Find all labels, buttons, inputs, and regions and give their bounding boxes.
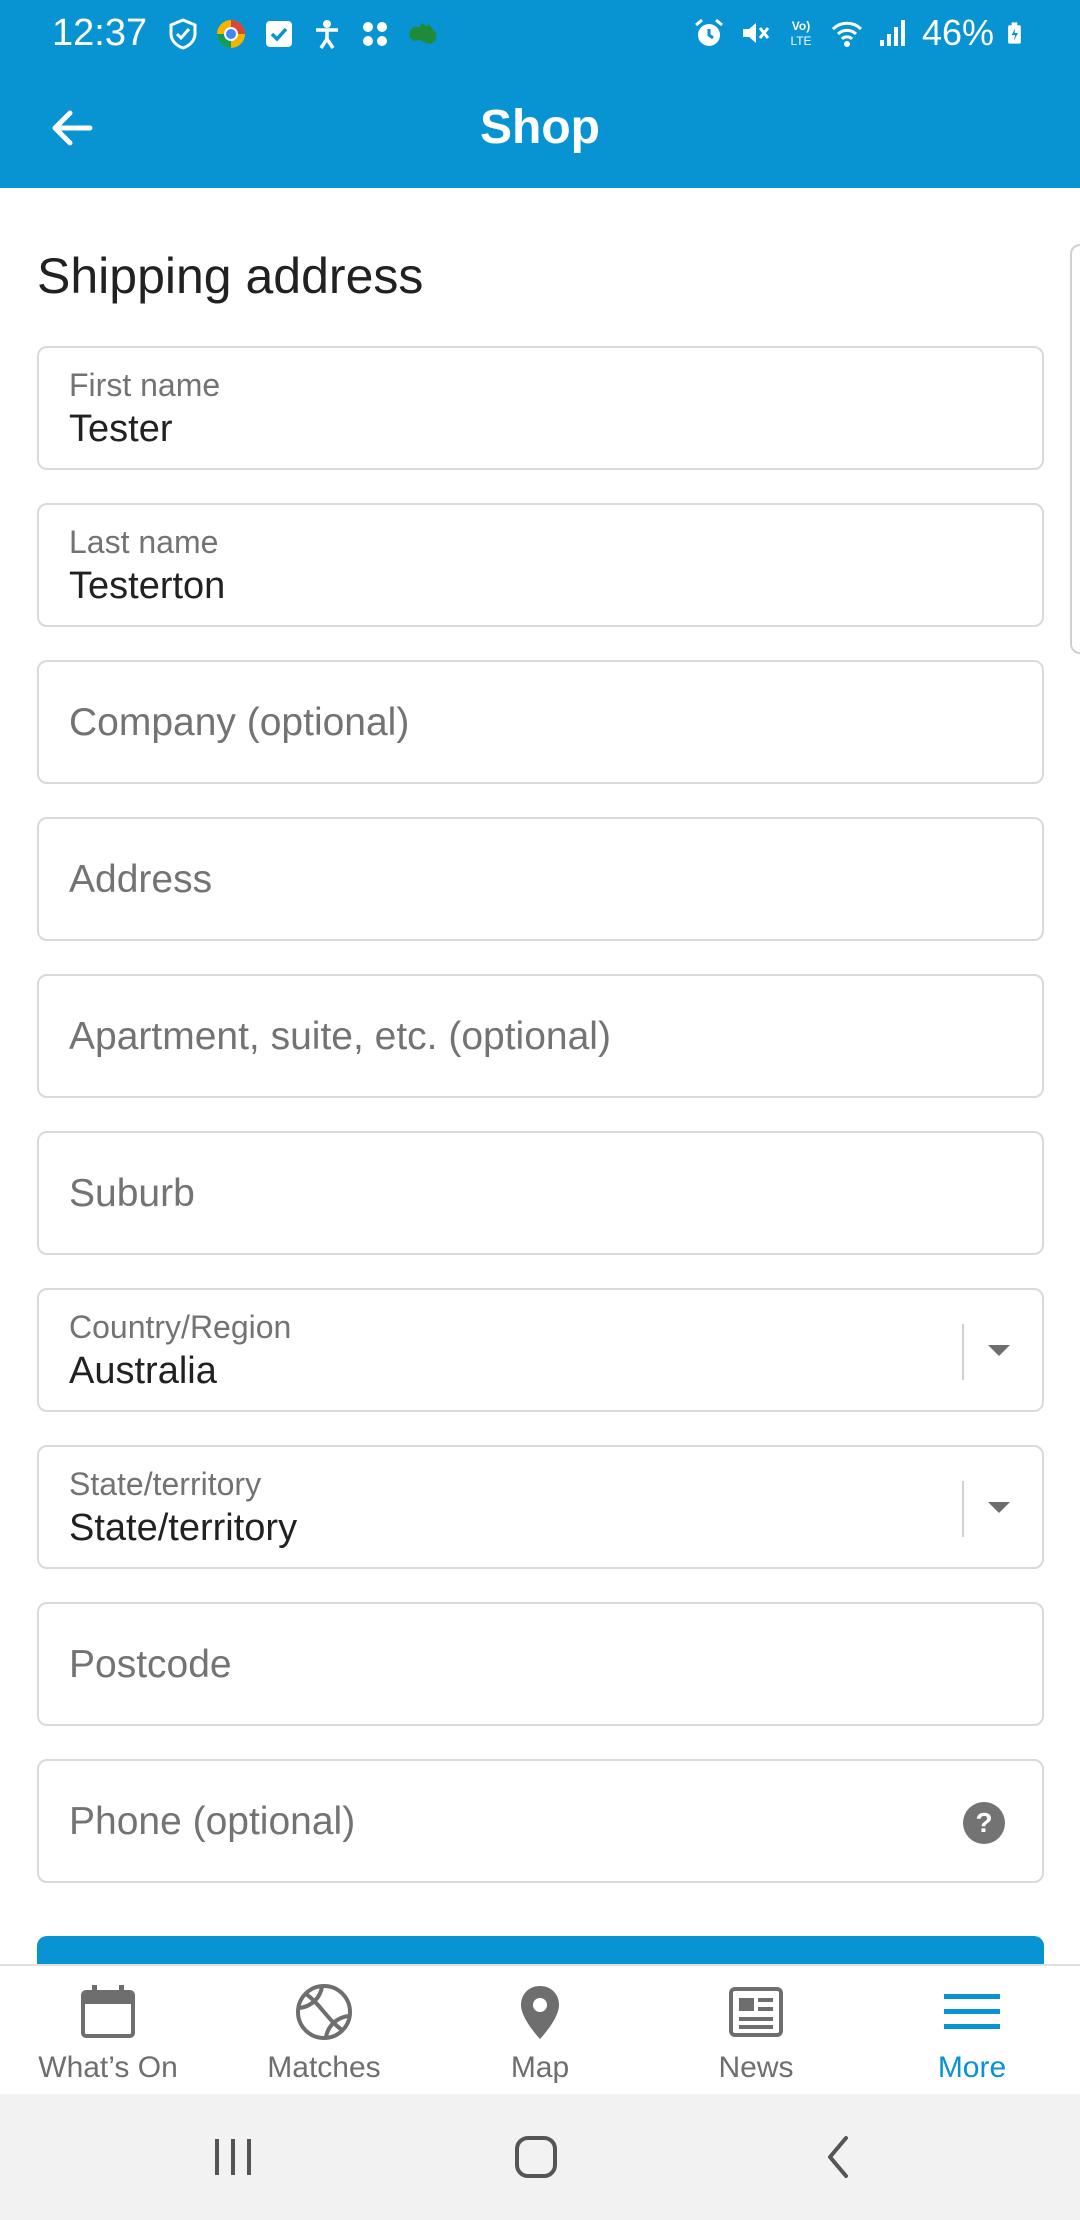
state-select[interactable]: State/territory State/territory <box>37 1445 1044 1569</box>
status-bar: 12:37 Vo) LTE 46% <box>0 0 1080 66</box>
state-value: State/territory <box>69 1507 298 1549</box>
svg-text:?: ? <box>975 1807 992 1838</box>
tab-whats-on[interactable]: What’s On <box>0 1966 216 2096</box>
postcode-placeholder: Postcode <box>69 1643 232 1686</box>
company-field[interactable]: Company (optional) <box>37 660 1044 784</box>
recent-apps-icon <box>215 2139 251 2175</box>
first-name-label: First name <box>69 367 221 403</box>
side-panel-edge <box>1070 244 1080 654</box>
tab-more[interactable]: More <box>864 1966 1080 2096</box>
suburb-field[interactable]: Suburb <box>37 1131 1044 1255</box>
browser-icon <box>217 20 245 48</box>
apps-icon <box>363 22 387 46</box>
wifi-icon <box>831 21 862 47</box>
home-button[interactable] <box>496 2124 576 2190</box>
page-title: Shop <box>480 101 600 154</box>
tab-label: More <box>937 2051 1007 2084</box>
svg-text:Vo): Vo) <box>792 19 810 33</box>
system-back-button[interactable] <box>798 2124 878 2190</box>
newspaper-icon <box>729 1987 783 2037</box>
tab-map[interactable]: Map <box>432 1966 648 2096</box>
chevron-down-icon <box>988 1345 1010 1356</box>
phone-placeholder: Phone (optional) <box>69 1800 356 1843</box>
state-label: State/territory <box>69 1466 262 1502</box>
alarm-icon <box>694 18 723 46</box>
section-title: Shipping address <box>37 248 424 304</box>
address-placeholder: Address <box>69 858 213 901</box>
checkbox-icon <box>266 21 292 47</box>
recent-apps-button[interactable] <box>193 2124 273 2190</box>
mute-icon <box>742 23 770 43</box>
apartment-field[interactable]: Apartment, suite, etc. (optional) <box>37 974 1044 1098</box>
tab-label: Map <box>510 2051 570 2084</box>
last-name-label: Last name <box>69 524 219 560</box>
home-icon <box>515 2136 557 2178</box>
battery-percent: 46% <box>921 12 994 53</box>
question-circle-icon[interactable]: ? <box>962 1801 1006 1845</box>
tab-label: News <box>718 2051 794 2084</box>
first-name-value: Tester <box>69 408 173 450</box>
select-divider <box>962 1324 964 1380</box>
signal-icon <box>879 20 905 46</box>
chevron-left-icon <box>828 2136 848 2178</box>
last-name-value: Testerton <box>69 565 226 607</box>
continue-button[interactable] <box>37 1936 1044 1966</box>
chevron-down-icon <box>988 1502 1010 1513</box>
company-placeholder: Company (optional) <box>69 701 410 744</box>
menu-icon <box>944 1994 1000 2029</box>
status-notification-icons <box>166 14 440 54</box>
country-label: Country/Region <box>69 1309 292 1345</box>
map-pin-icon <box>521 1986 559 2039</box>
shield-icon <box>169 18 197 50</box>
ball-icon <box>296 1984 352 2040</box>
system-nav-bar <box>0 2094 1080 2220</box>
address-field[interactable]: Address <box>37 817 1044 941</box>
apartment-placeholder: Apartment, suite, etc. (optional) <box>69 1015 611 1058</box>
australia-map-icon <box>409 22 437 45</box>
tab-label: What’s On <box>38 2051 178 2084</box>
last-name-field[interactable]: Last name Testerton <box>37 503 1044 627</box>
first-name-field[interactable]: First name Tester <box>37 346 1044 470</box>
status-system-icons: Vo) LTE 46% <box>692 10 1030 56</box>
postcode-field[interactable]: Postcode <box>37 1602 1044 1726</box>
country-value: Australia <box>69 1350 217 1392</box>
volte-icon: Vo)LTE <box>790 19 811 48</box>
suburb-placeholder: Suburb <box>69 1172 195 1215</box>
app-header: Shop <box>0 66 1080 188</box>
battery-icon <box>1008 22 1021 44</box>
tab-label: Matches <box>267 2051 381 2084</box>
status-time: 12:37 <box>52 12 148 54</box>
country-select[interactable]: Country/Region Australia <box>37 1288 1044 1412</box>
bottom-tab-bar: What’s On Matches Map News More <box>0 1964 1080 2094</box>
tab-news[interactable]: News <box>648 1966 864 2096</box>
svg-text:LTE: LTE <box>790 34 811 48</box>
accessibility-icon <box>316 20 338 49</box>
tab-matches[interactable]: Matches <box>216 1966 432 2096</box>
calendar-icon <box>81 1985 135 2038</box>
phone-field[interactable]: Phone (optional) ? <box>37 1759 1044 1883</box>
select-divider <box>962 1481 964 1537</box>
